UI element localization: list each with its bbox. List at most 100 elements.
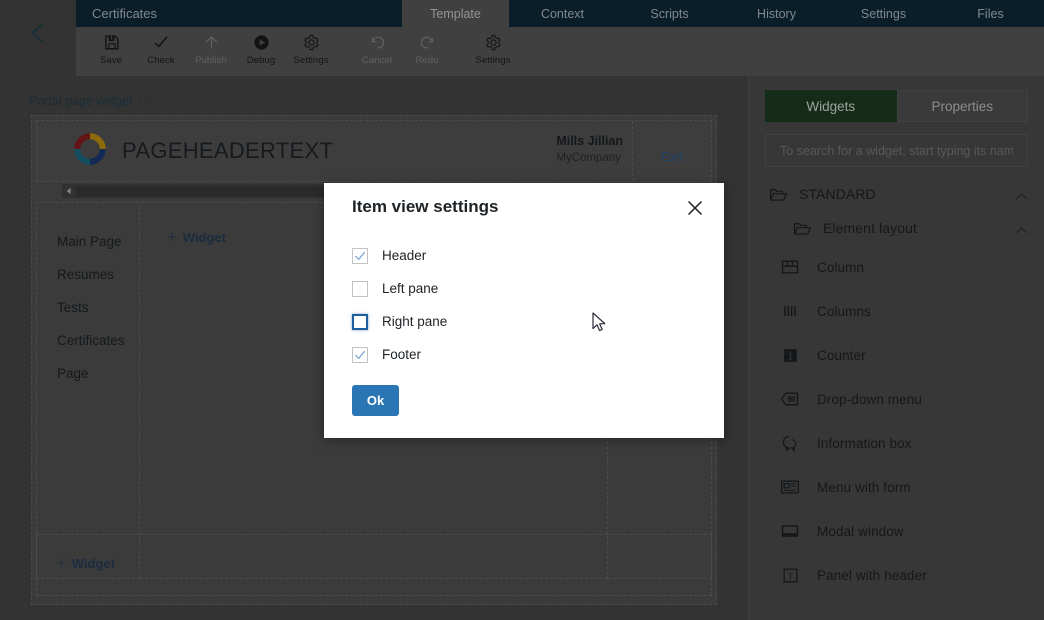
folder-open-icon [765,185,791,204]
widget-search-input[interactable] [778,142,1015,159]
check-icon [152,32,170,52]
svg-text:1: 1 [787,351,793,362]
toolbar-settings-button[interactable]: Settings [286,27,336,76]
svg-text:T: T [787,571,793,581]
preview-user-info: Mills Jillian MyCompany [556,134,623,164]
preview-left-pane[interactable]: Main Page Resumes Tests Certificates Pag… [36,207,140,579]
top-bar: Certificates Template Context Scripts Hi… [0,0,1044,76]
plus-icon: + [57,555,66,572]
checkbox-right-pane-label: Right pane [382,314,448,329]
preview-menu-item-page[interactable]: Page [37,357,139,390]
toolbar-check-label: Check [147,55,175,66]
widget-item-panel-with-header-label: Panel with header [817,567,927,583]
checkbox-footer-label: Footer [382,347,422,362]
widget-search-box[interactable] [765,134,1028,167]
tab-context[interactable]: Context [509,0,616,27]
check-icon [355,350,365,359]
upload-icon [203,32,220,52]
preview-footer[interactable]: + Widget [36,534,712,596]
toolbar-save-button[interactable]: Save [86,27,136,76]
close-icon[interactable] [686,199,704,222]
widget-item-information-box-label: Information box [817,435,912,451]
sidebar-tab-properties[interactable]: Properties [896,90,1028,122]
chevron-up-icon[interactable] [1015,188,1028,206]
tab-template[interactable]: Template [402,0,509,27]
widget-item-columns[interactable]: Columns [749,289,1044,333]
checkbox-right-pane[interactable] [352,313,368,330]
folder-open-icon [789,219,815,238]
preview-header[interactable]: PAGEHEADERTEXT Mills Jillian MyCompany E… [36,120,712,182]
widget-item-menu-with-form[interactable]: Menu with form [749,465,1044,509]
toolbar-debug-button[interactable]: Debug [236,27,286,76]
redo-icon [419,32,436,52]
toolbar-save-label: Save [99,55,123,66]
checkbox-row-footer[interactable]: Footer [352,338,704,371]
triangle-left-icon[interactable] [62,184,76,198]
preview-menu-item-tests[interactable]: Tests [37,291,139,324]
widget-item-counter-label: Counter [817,347,866,363]
add-widget-button-center[interactable]: + Widget [168,229,226,246]
widget-item-columns-label: Columns [817,303,871,319]
preview-menu-item-certificates[interactable]: Certificates [37,324,139,357]
toolbar-check-button[interactable]: Check [136,27,186,76]
tree-group-element-layout-label: Element layout [823,220,918,236]
preview-menu-item-resumes[interactable]: Resumes [37,258,139,291]
tree-group-standard[interactable]: STANDARD [749,177,1044,211]
item-view-settings-dialog: Item view settings Header Left pane Righ… [324,183,724,438]
undo-icon [369,32,386,52]
widget-item-panel-with-header[interactable]: T Panel with header [749,553,1044,597]
toolbar-publish-label: Publish [195,55,227,66]
widget-item-column[interactable]: Column [749,245,1044,289]
panel-with-header-icon: T [775,566,805,585]
document-title: Certificates [76,0,402,27]
counter-icon: 1 [775,346,805,365]
checkbox-header[interactable] [352,247,368,264]
tab-strip: Certificates Template Context Scripts Hi… [76,0,1044,27]
ok-button[interactable]: Ok [352,385,399,416]
toolbar-page-settings-button[interactable]: Settings [468,27,518,76]
sidebar-tab-widgets[interactable]: Widgets [765,90,897,122]
widget-item-modal-window[interactable]: Modal window [749,509,1044,553]
checkbox-row-left-pane[interactable]: Left pane [352,272,704,305]
canvas-widget-label: Portal page widget [29,94,151,108]
checkbox-left-pane-label: Left pane [382,281,439,296]
add-widget-label-footer: Widget [71,556,115,571]
widget-item-counter[interactable]: 1 Counter [749,333,1044,377]
sidebar-tabs: Widgets Properties [765,90,1028,122]
menu-with-form-icon [775,477,805,497]
app-root: Certificates Template Context Scripts Hi… [0,0,1044,620]
preview-menu-item-main-page[interactable]: Main Page [37,225,139,258]
checkbox-footer[interactable] [352,346,368,363]
tab-files[interactable]: Files [937,0,1044,27]
preview-header-divider [632,121,633,181]
toolbar-cancel-button[interactable]: Cancel [352,27,402,76]
plus-icon: + [168,229,177,246]
chevron-left-icon [31,23,43,43]
widget-tree: STANDARD Element layout Column Columns 1… [749,177,1044,597]
checkbox-left-pane[interactable] [352,280,368,297]
checkbox-header-label: Header [382,248,427,263]
play-icon [253,32,270,52]
widget-item-drop-down-menu-label: Drop-down menu [817,391,922,407]
tab-scripts[interactable]: Scripts [616,0,723,27]
back-button[interactable] [0,0,76,76]
checkbox-row-right-pane[interactable]: Right pane [352,305,704,338]
dialog-title: Item view settings [352,197,499,216]
preview-user-company: MyCompany [556,152,621,164]
widget-item-information-box[interactable]: Information box [749,421,1044,465]
widget-item-modal-window-label: Modal window [817,523,904,539]
widget-badge-icon [139,95,151,107]
add-widget-button-footer[interactable]: + Widget [57,555,115,572]
widget-item-drop-down-menu[interactable]: Drop-down menu [749,377,1044,421]
toolbar-redo-button[interactable]: Redo [402,27,452,76]
checkbox-row-header[interactable]: Header [352,239,704,272]
information-box-icon [775,433,805,453]
tree-group-element-layout[interactable]: Element layout [749,211,1044,245]
tab-settings[interactable]: Settings [830,0,937,27]
dialog-body: Header Left pane Right pane Footer [352,239,704,371]
chevron-up-icon[interactable] [1015,222,1028,240]
canvas-widget-label-text: Portal page widget [29,94,133,108]
tab-history[interactable]: History [723,0,830,27]
preview-exit-link[interactable]: Exit [661,149,683,164]
toolbar-publish-button[interactable]: Publish [186,27,236,76]
